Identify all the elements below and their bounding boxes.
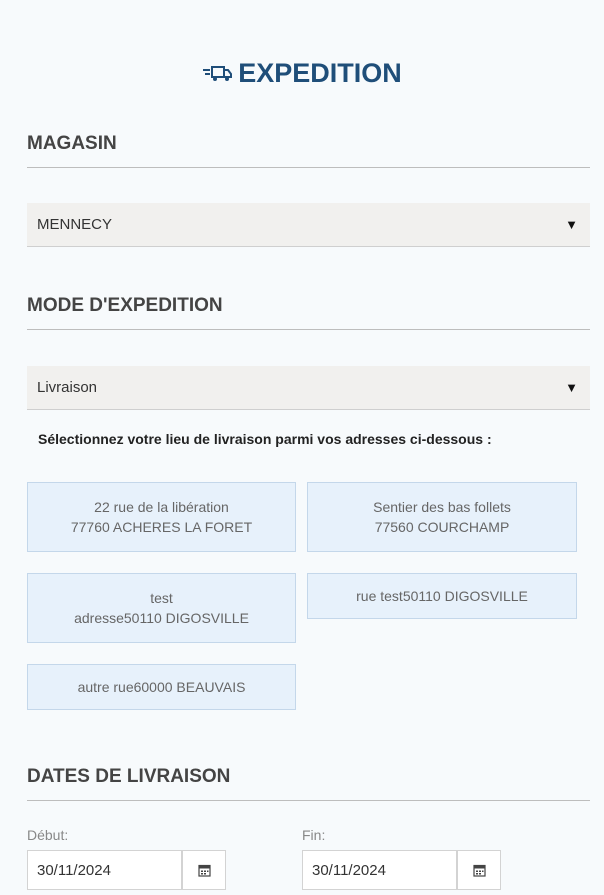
end-date-label: Fin:	[302, 827, 326, 843]
address-card[interactable]: rue test50110 DIGOSVILLE	[307, 573, 577, 619]
triangle-down-icon: ▼	[565, 380, 578, 395]
magasin-heading: MAGASIN	[27, 133, 590, 168]
end-date-value: 30/11/2024	[312, 861, 386, 879]
start-date-input[interactable]: 30/11/2024	[27, 850, 182, 890]
start-calendar-button[interactable]	[182, 850, 226, 890]
address-line1: autre rue60000 BEAUVAIS	[77, 679, 246, 695]
truck-icon	[202, 59, 233, 90]
dates-heading: DATES DE LIVRAISON	[27, 766, 590, 801]
address-line2: 77760 ACHERES LA FORET	[70, 519, 253, 535]
mode-select[interactable]: Livraison ▼	[27, 366, 590, 410]
address-line1: rue test50110 DIGOSVILLE	[356, 588, 528, 604]
page-title: EXPEDITION	[0, 58, 604, 90]
address-card[interactable]: Sentier des bas follets 77560 COURCHAMP	[307, 482, 577, 552]
start-date-label: Début:	[27, 827, 69, 843]
end-calendar-button[interactable]	[457, 850, 501, 890]
address-card[interactable]: 22 rue de la libération 77760 ACHERES LA…	[27, 482, 296, 552]
calendar-icon	[197, 864, 211, 877]
calendar-icon	[472, 864, 486, 877]
page-title-text: EXPEDITION	[238, 58, 402, 88]
address-line2: adresse50110 DIGOSVILLE	[74, 610, 249, 626]
magasin-select[interactable]: MENNECY ▼	[27, 203, 590, 247]
end-date-input[interactable]: 30/11/2024	[302, 850, 457, 890]
address-line1: Sentier des bas follets	[373, 499, 511, 515]
address-line1: test	[150, 590, 173, 606]
address-line1: 22 rue de la libération	[94, 499, 229, 515]
address-card[interactable]: test adresse50110 DIGOSVILLE	[27, 573, 296, 643]
mode-select-value: Livraison	[37, 379, 98, 396]
address-line2: 77560 COURCHAMP	[374, 519, 510, 535]
triangle-down-icon: ▼	[565, 217, 578, 232]
address-card[interactable]: autre rue60000 BEAUVAIS	[27, 664, 296, 710]
address-instruction: Sélectionnez votre lieu de livraison par…	[38, 431, 492, 447]
mode-heading: MODE D'EXPEDITION	[27, 295, 590, 330]
magasin-select-value: MENNECY	[37, 216, 113, 233]
start-date-value: 30/11/2024	[37, 861, 111, 879]
